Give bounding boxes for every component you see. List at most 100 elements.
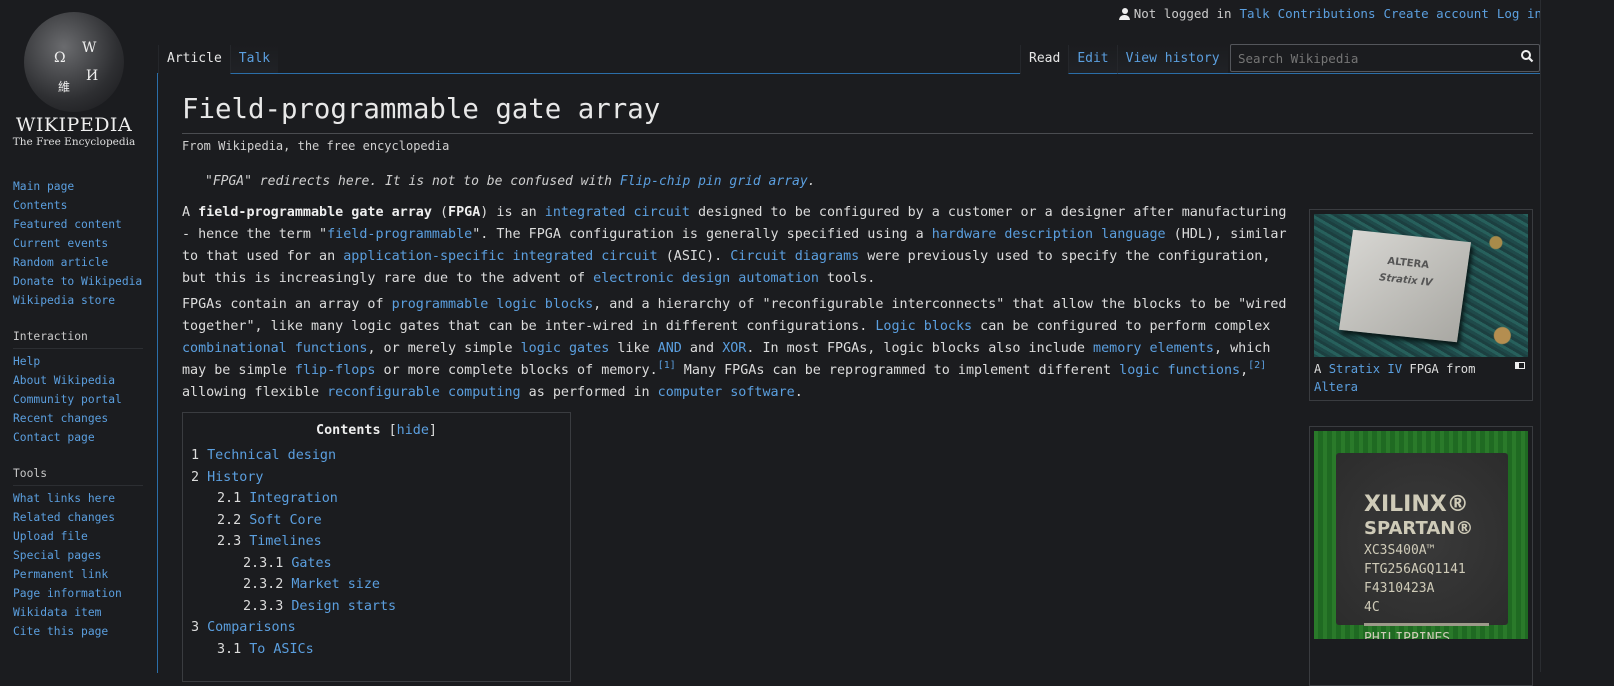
- toc-link[interactable]: Integration: [249, 491, 338, 506]
- toc-item[interactable]: 2.2 Soft Core: [191, 510, 562, 532]
- sidebar-item-featured-content[interactable]: Featured content: [13, 215, 143, 234]
- toc-link[interactable]: Technical design: [207, 448, 336, 463]
- talk-link[interactable]: Talk: [1240, 6, 1270, 21]
- spartan-fpga-image[interactable]: XILINX® SPARTAN® XC3S400A™ FTG256AGQ1141 F43…: [1314, 431, 1528, 639]
- toc-item[interactable]: 2 History: [191, 467, 562, 489]
- sidebar-item-community-portal[interactable]: Community portal: [13, 390, 143, 409]
- thumbnail-caption: A Stratix IV FPGA from Altera: [1314, 360, 1528, 396]
- citation-link[interactable]: [1]: [658, 360, 676, 371]
- thumbnail-spartan: XILINX® SPARTAN® XC3S400A™ FTG256AGQ1141 F43…: [1309, 426, 1533, 686]
- chip-marking: XC3S400A™: [1364, 543, 1435, 558]
- article-link[interactable]: logic gates: [521, 341, 610, 356]
- sidebar-item-page-information[interactable]: Page information: [13, 584, 143, 603]
- article-link[interactable]: flip-flops: [295, 363, 376, 378]
- chip-marking: XILINX®: [1364, 492, 1469, 517]
- toc-link[interactable]: Design starts: [291, 599, 396, 614]
- sidebar-item-wikidata-item[interactable]: Wikidata item: [13, 603, 143, 622]
- chip-marking: F4310423A: [1364, 581, 1435, 596]
- body-text: ". The FPGA configuration is generally s…: [472, 227, 932, 242]
- hatnote-link[interactable]: Flip-chip pin grid array: [620, 174, 808, 189]
- toc-link[interactable]: History: [207, 470, 263, 485]
- toc-item[interactable]: 3.1 To ASICs: [191, 639, 562, 661]
- toc-item[interactable]: 2.3 Timelines: [191, 531, 562, 553]
- sidebar-item-wikipedia-store[interactable]: Wikipedia store: [13, 291, 143, 310]
- tab-view-history[interactable]: View history: [1116, 45, 1228, 74]
- sidebar-item-contact-page[interactable]: Contact page: [13, 428, 143, 447]
- body-text: A: [182, 205, 199, 220]
- user-icon: [1118, 7, 1130, 20]
- article-link[interactable]: XOR: [722, 341, 746, 356]
- article-link[interactable]: field-programmable: [327, 227, 472, 242]
- toc-item[interactable]: 2.1 Integration: [191, 488, 562, 510]
- body-text: (: [431, 205, 449, 220]
- toc-list: 1 Technical design 2 History 2.1 Integration 2…: [191, 445, 562, 660]
- body-text: . In most FPGAs, logic blocks also inclu…: [746, 341, 1094, 356]
- article-link[interactable]: application-specific integrated circuit: [343, 249, 657, 264]
- toc-item[interactable]: 2.3.1 Gates: [191, 553, 562, 575]
- search-input[interactable]: [1230, 44, 1540, 72]
- sidebar-item-donate-to-wikipedia[interactable]: Donate to Wikipedia: [13, 272, 143, 291]
- sidebar-item-about-wikipedia[interactable]: About Wikipedia: [13, 371, 143, 390]
- sidebar-item-help[interactable]: Help: [13, 352, 143, 371]
- toc-item[interactable]: 2.3.3 Design starts: [191, 596, 562, 618]
- tab-talk[interactable]: Talk: [229, 45, 279, 74]
- toc-link[interactable]: To ASICs: [249, 642, 314, 657]
- search-icon[interactable]: [1520, 49, 1534, 63]
- sidebar-item-contents[interactable]: Contents: [13, 196, 143, 215]
- body-text: allowing flexible: [182, 385, 328, 400]
- toc-link[interactable]: Gates: [291, 556, 331, 571]
- tools-heading: Tools: [13, 467, 143, 486]
- wikipedia-logo[interactable]: ΩWИ維 WIKIPEDIA The Free Encyclopedia: [10, 8, 138, 148]
- toc-item[interactable]: 2.3.2 Market size: [191, 574, 562, 596]
- sidebar-item-related-changes[interactable]: Related changes: [13, 508, 143, 527]
- tab-read[interactable]: Read: [1020, 45, 1069, 74]
- tab-edit[interactable]: Edit: [1068, 45, 1117, 74]
- sidebar-item-current-events[interactable]: Current events: [13, 234, 143, 253]
- toc-link[interactable]: Soft Core: [249, 513, 322, 528]
- toc-number: 2.2: [217, 512, 242, 528]
- article-link[interactable]: Circuit diagrams: [730, 249, 859, 264]
- article-link[interactable]: integrated circuit: [545, 205, 690, 220]
- scrollbar-track[interactable]: [1540, 0, 1541, 672]
- toc-item[interactable]: 1 Technical design: [191, 445, 562, 467]
- article-link[interactable]: hardware description language: [932, 227, 1166, 242]
- article-link[interactable]: computer software: [658, 385, 795, 400]
- sidebar-item-upload-file[interactable]: Upload file: [13, 527, 143, 546]
- sidebar-item-what-links-here[interactable]: What links here: [13, 489, 143, 508]
- article-body: A field-programmable gate array (FPGA) i…: [182, 202, 1294, 408]
- stratix-fpga-image[interactable]: ALTERA Stratix IV: [1314, 214, 1528, 357]
- logo-tagline: The Free Encyclopedia: [12, 136, 136, 148]
- sidebar-item-recent-changes[interactable]: Recent changes: [13, 409, 143, 428]
- toc-link[interactable]: Market size: [291, 577, 380, 592]
- body-text: as performed in: [520, 385, 658, 400]
- article-link[interactable]: memory elements: [1093, 341, 1214, 356]
- contributions-link[interactable]: Contributions: [1278, 6, 1376, 21]
- article-link[interactable]: logic functions: [1119, 363, 1240, 378]
- altera-link[interactable]: Altera: [1314, 380, 1358, 394]
- stratix-iv-link[interactable]: Stratix IV: [1329, 362, 1402, 376]
- log-in-link[interactable]: Log in: [1497, 6, 1542, 21]
- body-text: Many FPGAs can be reprogrammed to implem…: [675, 363, 1120, 378]
- sidebar-item-cite-this-page[interactable]: Cite this page: [13, 622, 143, 641]
- enlarge-icon[interactable]: [1515, 362, 1525, 369]
- body-text: ) is an: [480, 205, 545, 220]
- article-link[interactable]: programmable logic blocks: [392, 297, 594, 312]
- body-text: , or merely simple: [367, 341, 521, 356]
- article-link[interactable]: AND: [658, 341, 682, 356]
- sidebar-item-random-article[interactable]: Random article: [13, 253, 143, 272]
- toc-hide-toggle[interactable]: hide: [397, 423, 429, 438]
- create-account-link[interactable]: Create account: [1383, 6, 1488, 21]
- article-link[interactable]: Logic blocks: [875, 319, 972, 334]
- article-link[interactable]: combinational functions: [182, 341, 367, 356]
- toc-link[interactable]: Timelines: [249, 534, 322, 549]
- tab-article[interactable]: Article: [158, 45, 230, 74]
- article-link[interactable]: electronic design automation: [593, 271, 819, 286]
- sidebar-item-special-pages[interactable]: Special pages: [13, 546, 143, 565]
- toc-item[interactable]: 3 Comparisons: [191, 617, 562, 639]
- sidebar-item-permanent-link[interactable]: Permanent link: [13, 565, 143, 584]
- sidebar-item-main-page[interactable]: Main page: [13, 177, 143, 196]
- toc-link[interactable]: Comparisons: [207, 620, 296, 635]
- article-link[interactable]: reconfigurable computing: [327, 385, 520, 400]
- body-text: can be configured to perform complex: [972, 319, 1271, 334]
- citation-link[interactable]: [2]: [1248, 360, 1266, 371]
